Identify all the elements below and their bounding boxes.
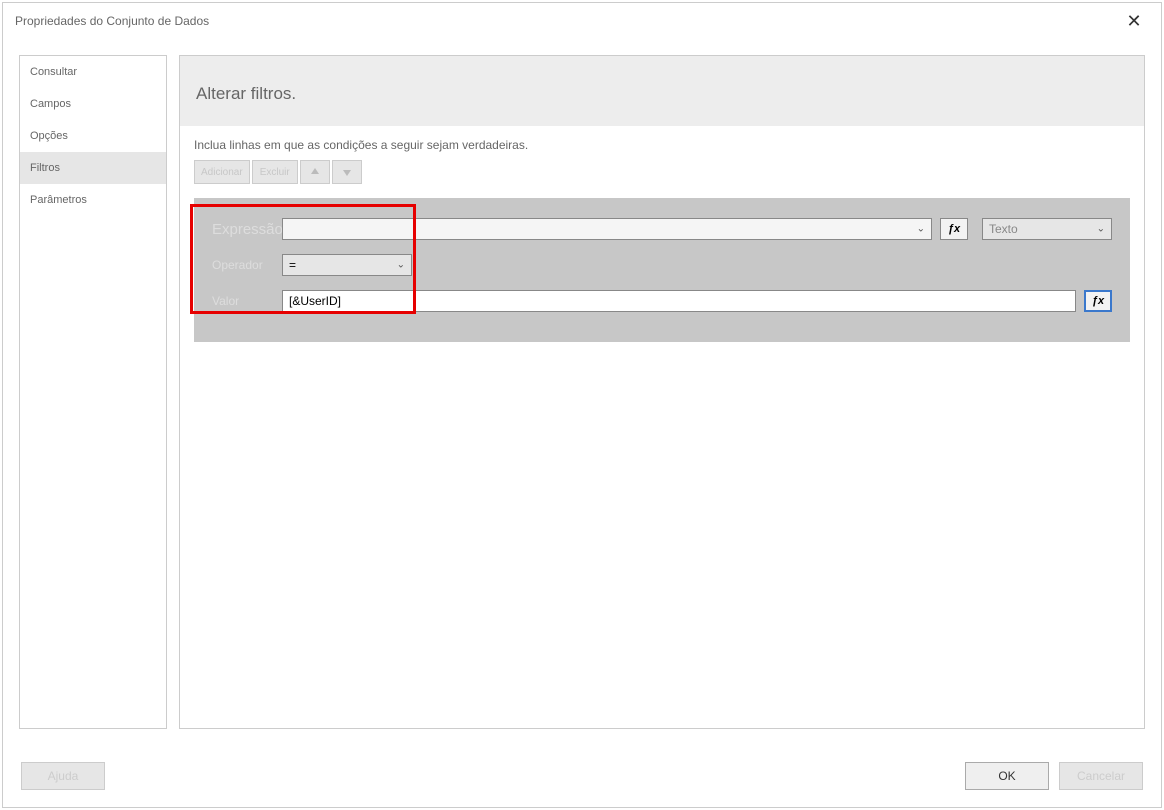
move-down-button[interactable] <box>332 160 362 184</box>
page-heading: Alterar filtros. <box>180 56 1144 126</box>
expression-combobox[interactable]: ⌄ <box>282 218 932 240</box>
close-icon: ✕ <box>1126 11 1141 32</box>
value-text: [&UserID] <box>289 294 341 308</box>
close-button[interactable]: ✕ <box>1119 6 1149 36</box>
help-label: Ajuda <box>48 769 79 783</box>
operator-dropdown[interactable]: = ⌄ <box>282 254 412 276</box>
label-operator: Operador <box>212 258 274 272</box>
sidebar-item-filtros[interactable]: Filtros <box>20 152 166 184</box>
help-button[interactable]: Ajuda <box>21 762 105 790</box>
chevron-down-icon: ⌄ <box>917 224 925 235</box>
filter-list-empty <box>194 342 1130 728</box>
sidebar-item-campos[interactable]: Campos <box>20 88 166 120</box>
label-expression: Expressão <box>212 221 274 238</box>
filter-toolbar: Adicionar Excluir <box>194 160 1130 184</box>
arrow-up-icon <box>309 166 321 178</box>
move-up-button[interactable] <box>300 160 330 184</box>
sidebar-item-label: Campos <box>30 98 71 110</box>
fx-icon: ƒx <box>948 223 960 235</box>
sidebar-item-consultar[interactable]: Consultar <box>20 56 166 88</box>
type-dropdown[interactable]: Texto ⌄ <box>982 218 1112 240</box>
cancel-label: Cancelar <box>1077 769 1125 783</box>
expression-fx-button[interactable]: ƒx <box>940 218 968 240</box>
window-title: Propriedades do Conjunto de Dados <box>15 14 1119 28</box>
sidebar-item-opcoes[interactable]: Opções <box>20 120 166 152</box>
sidebar: Consultar Campos Opções Filtros Parâmetr… <box>19 55 167 729</box>
chevron-down-icon: ⌄ <box>1097 224 1105 235</box>
sidebar-item-label: Consultar <box>30 66 77 78</box>
value-input[interactable]: [&UserID] <box>282 290 1076 312</box>
dialog-footer: Ajuda OK Cancelar <box>3 745 1161 807</box>
add-button[interactable]: Adicionar <box>194 160 250 184</box>
cancel-button[interactable]: Cancelar <box>1059 762 1143 790</box>
sidebar-item-label: Parâmetros <box>30 194 87 206</box>
delete-button[interactable]: Excluir <box>252 160 298 184</box>
main-panel: Alterar filtros. Inclua linhas em que as… <box>179 55 1145 729</box>
hint-text: Inclua linhas em que as condições a segu… <box>194 138 1130 152</box>
label-value: Valor <box>212 294 274 308</box>
filter-row: Expressão ⌄ ƒx Texto ⌄ <box>194 198 1130 342</box>
type-value: Texto <box>989 222 1018 236</box>
ok-label: OK <box>998 769 1015 783</box>
ok-button[interactable]: OK <box>965 762 1049 790</box>
sidebar-item-label: Opções <box>30 130 68 142</box>
sidebar-item-label: Filtros <box>30 162 60 174</box>
chevron-down-icon: ⌄ <box>397 260 405 271</box>
fx-icon: ƒx <box>1092 295 1104 307</box>
operator-value: = <box>289 258 296 272</box>
arrow-down-icon <box>341 166 353 178</box>
titlebar: Propriedades do Conjunto de Dados ✕ <box>3 3 1161 39</box>
value-fx-button[interactable]: ƒx <box>1084 290 1112 312</box>
sidebar-item-parametros[interactable]: Parâmetros <box>20 184 166 216</box>
